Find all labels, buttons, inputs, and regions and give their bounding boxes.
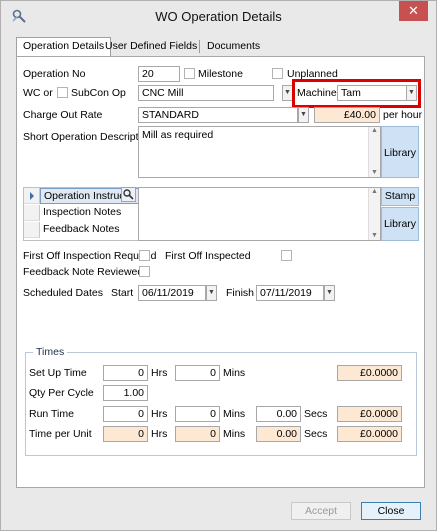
start-date-dropdown-button[interactable]: ▼ xyxy=(206,285,217,301)
unit-secs-field: 0.00 xyxy=(256,426,301,442)
feedback-reviewed-checkbox[interactable] xyxy=(139,266,150,277)
window-title: WO Operation Details xyxy=(155,9,282,24)
notes-cell[interactable]: Feedback Notes xyxy=(40,222,140,238)
close-button[interactable]: Close xyxy=(361,502,421,520)
accept-button[interactable]: Accept xyxy=(291,502,351,520)
notes-cell[interactable]: Inspection Notes xyxy=(40,205,140,221)
qty-per-cycle-label: Qty Per Cycle xyxy=(29,387,94,399)
charge-out-rate-label: Charge Out Rate xyxy=(23,109,103,121)
unit-mins-field: 0 xyxy=(175,426,220,442)
finish-date-input[interactable]: 07/11/2019 xyxy=(256,285,324,301)
per-hour-label: per hour xyxy=(383,109,423,121)
notes-row-inspection-notes[interactable]: Inspection Notes xyxy=(24,205,140,221)
milestone-label: Milestone xyxy=(198,68,243,80)
description-library-button[interactable]: Library xyxy=(381,126,419,178)
notes-library-button[interactable]: Library xyxy=(381,207,419,241)
operation-details-panel: Operation No 20 Milestone Unplanned WC o… xyxy=(16,56,425,488)
scroll-up-icon[interactable]: ▲ xyxy=(369,127,380,134)
feedback-reviewed-label: Feedback Note Reviewed xyxy=(23,266,144,278)
short-description-textarea[interactable]: Mill as required xyxy=(138,126,381,178)
set-up-cost-field: £0.0000 xyxy=(337,365,402,381)
stamp-button[interactable]: Stamp xyxy=(381,187,419,206)
set-up-hrs-input[interactable]: 0 xyxy=(103,365,148,381)
times-group-title: Times xyxy=(33,346,68,358)
set-up-mins-label: Mins xyxy=(223,367,246,379)
wo-operation-details-window: WO Operation Details ✕ Operation Details… xyxy=(0,0,437,531)
run-secs-label: Secs xyxy=(304,408,328,420)
tab-user-defined-fields[interactable]: User Defined Fields xyxy=(98,37,204,55)
unplanned-checkbox[interactable] xyxy=(272,68,283,79)
run-hrs-label: Hrs xyxy=(151,408,168,420)
unit-mins-label: Mins xyxy=(223,428,246,440)
wc-or-label: WC or xyxy=(23,87,53,99)
notes-textarea[interactable] xyxy=(138,187,381,241)
row-header xyxy=(24,222,40,238)
close-window-button[interactable]: ✕ xyxy=(399,1,428,21)
unit-hrs-field: 0 xyxy=(103,426,148,442)
work-centre-select[interactable]: CNC Mill xyxy=(138,85,274,101)
scroll-down-icon[interactable]: ▼ xyxy=(369,232,380,239)
charge-amount-field[interactable]: £40.00 xyxy=(314,107,380,123)
machine-highlight-box xyxy=(292,79,421,108)
short-description-label: Short Operation Description xyxy=(23,131,153,143)
start-label: Start xyxy=(111,287,134,299)
first-off-inspected-label: First Off Inspected xyxy=(165,250,251,262)
row-selected-indicator xyxy=(24,188,40,204)
charge-out-rate-dropdown-button[interactable]: ▼ xyxy=(298,107,309,123)
charge-out-rate-select[interactable]: STANDARD xyxy=(138,107,298,123)
subcon-op-label: SubCon Op xyxy=(71,87,126,99)
notes-row-feedback-notes[interactable]: Feedback Notes xyxy=(24,222,140,238)
scroll-down-icon[interactable]: ▼ xyxy=(369,169,380,176)
subcon-op-checkbox[interactable] xyxy=(57,87,68,98)
time-per-unit-label: Time per Unit xyxy=(29,428,92,440)
run-mins-input[interactable]: 0 xyxy=(175,406,220,422)
unit-secs-label: Secs xyxy=(304,428,328,440)
finish-label: Finish xyxy=(226,287,255,299)
unit-cost-field: £0.0000 xyxy=(337,426,402,442)
scheduled-dates-label: Scheduled Dates xyxy=(23,287,103,299)
tab-documents[interactable]: Documents xyxy=(200,37,267,55)
first-off-inspected-checkbox[interactable] xyxy=(281,250,292,261)
milestone-checkbox[interactable] xyxy=(184,68,195,79)
tab-operation-details[interactable]: Operation Details xyxy=(16,37,112,57)
start-date-input[interactable]: 06/11/2019 xyxy=(138,285,206,301)
scroll-up-icon[interactable]: ▲ xyxy=(369,188,380,195)
operation-no-label: Operation No xyxy=(23,68,86,80)
operation-no-input[interactable]: 20 xyxy=(138,66,180,82)
notes-scrollbar[interactable]: ▲ ▼ xyxy=(368,188,380,240)
run-secs-input[interactable]: 0.00 xyxy=(256,406,301,422)
finish-date-dropdown-button[interactable]: ▼ xyxy=(324,285,335,301)
set-up-mins-input[interactable]: 0 xyxy=(175,365,220,381)
set-up-hrs-label: Hrs xyxy=(151,367,168,379)
row-header xyxy=(24,205,40,221)
run-time-label: Run Time xyxy=(29,408,74,420)
title-bar: WO Operation Details ✕ xyxy=(1,1,436,31)
run-cost-field: £0.0000 xyxy=(337,406,402,422)
row-pointer-icon xyxy=(30,192,34,200)
first-off-required-checkbox[interactable] xyxy=(139,250,150,261)
times-group: Times Set Up Time 0 Hrs 0 Mins £0.0000 Q… xyxy=(25,346,417,456)
unit-hrs-label: Hrs xyxy=(151,428,168,440)
zoom-icon[interactable] xyxy=(121,187,136,202)
set-up-time-label: Set Up Time xyxy=(29,367,87,379)
first-off-required-label: First Off Inspection Required xyxy=(23,250,157,262)
run-mins-label: Mins xyxy=(223,408,246,420)
run-hrs-input[interactable]: 0 xyxy=(103,406,148,422)
description-scrollbar[interactable]: ▲ ▼ xyxy=(368,127,380,177)
qty-per-cycle-input[interactable]: 1.00 xyxy=(103,385,148,401)
